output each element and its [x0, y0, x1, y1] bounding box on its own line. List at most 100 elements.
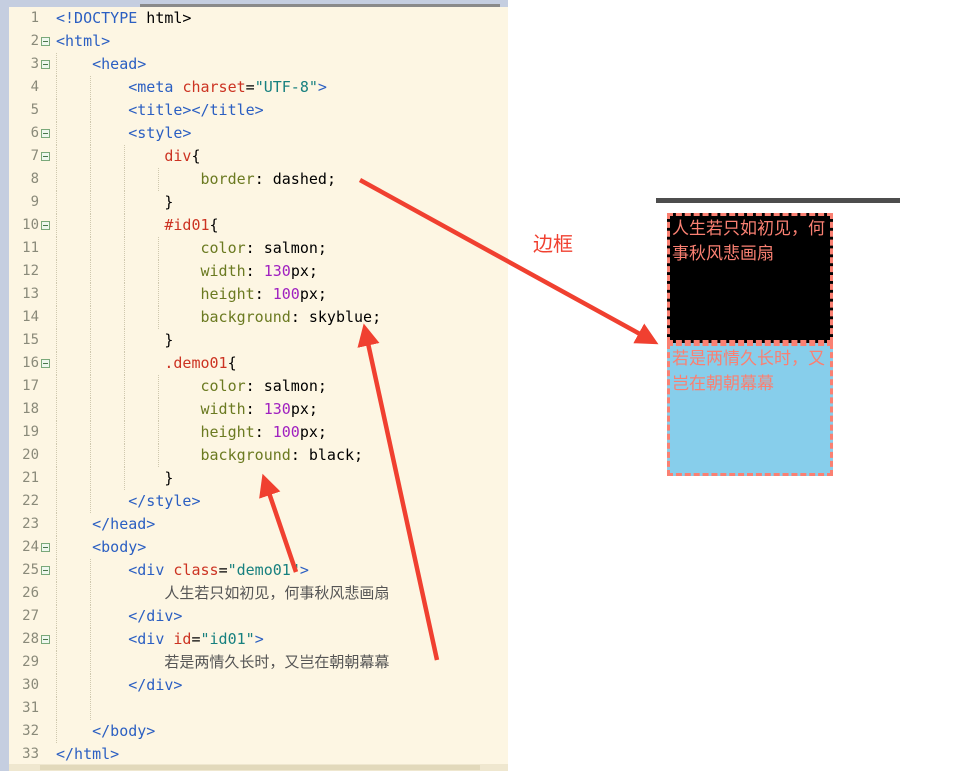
token-tag: <div [128, 561, 174, 579]
indent-guide [124, 329, 126, 352]
code-editor-pane[interactable]: 1 <!DOCTYPE html> 2 <html> 3 <head> 4 <meta c… [0, 0, 508, 771]
code-line[interactable]: 1 <!DOCTYPE html> [9, 7, 508, 30]
fold-toggle-icon[interactable] [40, 129, 51, 138]
token-val [56, 101, 128, 119]
fold-toggle-icon[interactable] [40, 635, 51, 644]
indent-guide [56, 421, 58, 444]
code-line[interactable]: 20 background: black; [9, 444, 508, 467]
indent-guide [124, 352, 126, 375]
token-punct: : [254, 423, 273, 441]
fold-toggle-icon[interactable] [40, 543, 51, 552]
code-line[interactable]: 19 height: 100px; [9, 421, 508, 444]
code-line[interactable]: 18 width: 130px; [9, 398, 508, 421]
fold-toggle-icon[interactable] [40, 60, 51, 69]
code-line[interactable]: 16 .demo01{ [9, 352, 508, 375]
token-val [56, 722, 92, 740]
token-val [56, 630, 128, 648]
code-line[interactable]: 11 color: salmon; [9, 237, 508, 260]
code-line[interactable]: 13 height: 100px; [9, 283, 508, 306]
code-line[interactable]: 31 [9, 697, 508, 720]
horizontal-scrollbar-thumb[interactable] [40, 765, 480, 770]
code-line[interactable]: 21 } [9, 467, 508, 490]
indent-guide [56, 513, 58, 536]
token-punct: ; [317, 423, 327, 441]
code-line-text: </div> [51, 605, 508, 628]
indent-guide [56, 99, 58, 122]
indent-guide [124, 375, 126, 398]
code-line[interactable]: 10 #id01{ [9, 214, 508, 237]
code-line[interactable]: 29 若是两情久长时，又岂在朝朝幕幕 [9, 651, 508, 674]
indent-guide [124, 191, 126, 214]
code-line[interactable]: 8 border: dashed; [9, 168, 508, 191]
code-line-text: background: skyblue; [51, 306, 508, 329]
line-number: 20 [22, 447, 39, 463]
code-line[interactable]: 27 </div> [9, 605, 508, 628]
indent-guide [90, 674, 92, 697]
token-val [56, 285, 201, 303]
token-punct: ; [317, 239, 327, 257]
code-line[interactable]: 3 <head> [9, 53, 508, 76]
code-line[interactable]: 12 width: 130px; [9, 260, 508, 283]
code-line[interactable]: 30 </div> [9, 674, 508, 697]
line-number: 7 [30, 148, 39, 164]
code-lines-container[interactable]: 1 <!DOCTYPE html> 2 <html> 3 <head> 4 <meta c… [9, 7, 508, 763]
fold-toggle-icon[interactable] [40, 221, 51, 230]
code-line[interactable]: 25 <div class="demo01"> [9, 559, 508, 582]
token-val: black [308, 446, 355, 464]
token-val [56, 193, 164, 211]
fold-toggle-icon[interactable] [40, 359, 51, 368]
token-punct: ; [317, 285, 327, 303]
line-number: 29 [22, 654, 39, 670]
code-line[interactable]: 15 } [9, 329, 508, 352]
code-line-text: .demo01{ [51, 352, 508, 375]
code-line[interactable]: 22 </style> [9, 490, 508, 513]
code-line[interactable]: 23 </head> [9, 513, 508, 536]
code-line[interactable]: 9 } [9, 191, 508, 214]
line-number: 21 [22, 470, 39, 486]
line-number: 2 [30, 33, 39, 49]
indent-guide [56, 352, 58, 375]
token-punct: : [245, 377, 264, 395]
code-line-text: 若是两情久长时，又岂在朝朝幕幕 [51, 651, 508, 674]
fold-toggle-icon[interactable] [40, 37, 51, 46]
indent-guide [158, 260, 160, 283]
code-line[interactable]: 7 div{ [9, 145, 508, 168]
indent-guide [124, 214, 126, 237]
code-line[interactable]: 6 <style> [9, 122, 508, 145]
fold-toggle-icon[interactable] [40, 152, 51, 161]
code-line[interactable]: 17 color: salmon; [9, 375, 508, 398]
indent-guide [124, 467, 126, 490]
indent-guide [90, 398, 92, 421]
indent-guide [56, 260, 58, 283]
code-line[interactable]: 2 <html> [9, 30, 508, 53]
token-str: "demo01" [227, 561, 300, 579]
code-line[interactable]: 33 </html> [9, 743, 508, 766]
code-line[interactable]: 4 <meta charset="UTF-8"> [9, 76, 508, 99]
token-val [56, 239, 201, 257]
code-line[interactable]: 5 <title></title> [9, 99, 508, 122]
indent-guide [90, 375, 92, 398]
fold-toggle-icon[interactable] [40, 566, 51, 575]
code-line-text: border: dashed; [51, 168, 508, 191]
indent-guide [124, 398, 126, 421]
token-val [56, 515, 92, 533]
code-line[interactable]: 32 </body> [9, 720, 508, 743]
indent-guide [90, 260, 92, 283]
line-number: 31 [22, 700, 39, 716]
indent-guide [90, 214, 92, 237]
code-line[interactable]: 24 <body> [9, 536, 508, 559]
code-line-text: } [51, 329, 508, 352]
code-line[interactable]: 26 人生若只如初见，何事秋风悲画扇 [9, 582, 508, 605]
token-num: 130 [263, 400, 291, 418]
token-sel: .demo01 [164, 354, 228, 372]
code-line[interactable]: 14 background: skyblue; [9, 306, 508, 329]
indent-guide [56, 697, 58, 720]
code-line-text: } [51, 467, 508, 490]
indent-guide [56, 398, 58, 421]
indent-guide [90, 651, 92, 674]
token-val [56, 262, 201, 280]
token-prop: border [200, 170, 255, 188]
indent-guide [90, 191, 92, 214]
rendered-div-id01-text: 若是两情久长时，又岂在朝朝幕幕 [672, 349, 825, 394]
code-line[interactable]: 28 <div id="id01"> [9, 628, 508, 651]
